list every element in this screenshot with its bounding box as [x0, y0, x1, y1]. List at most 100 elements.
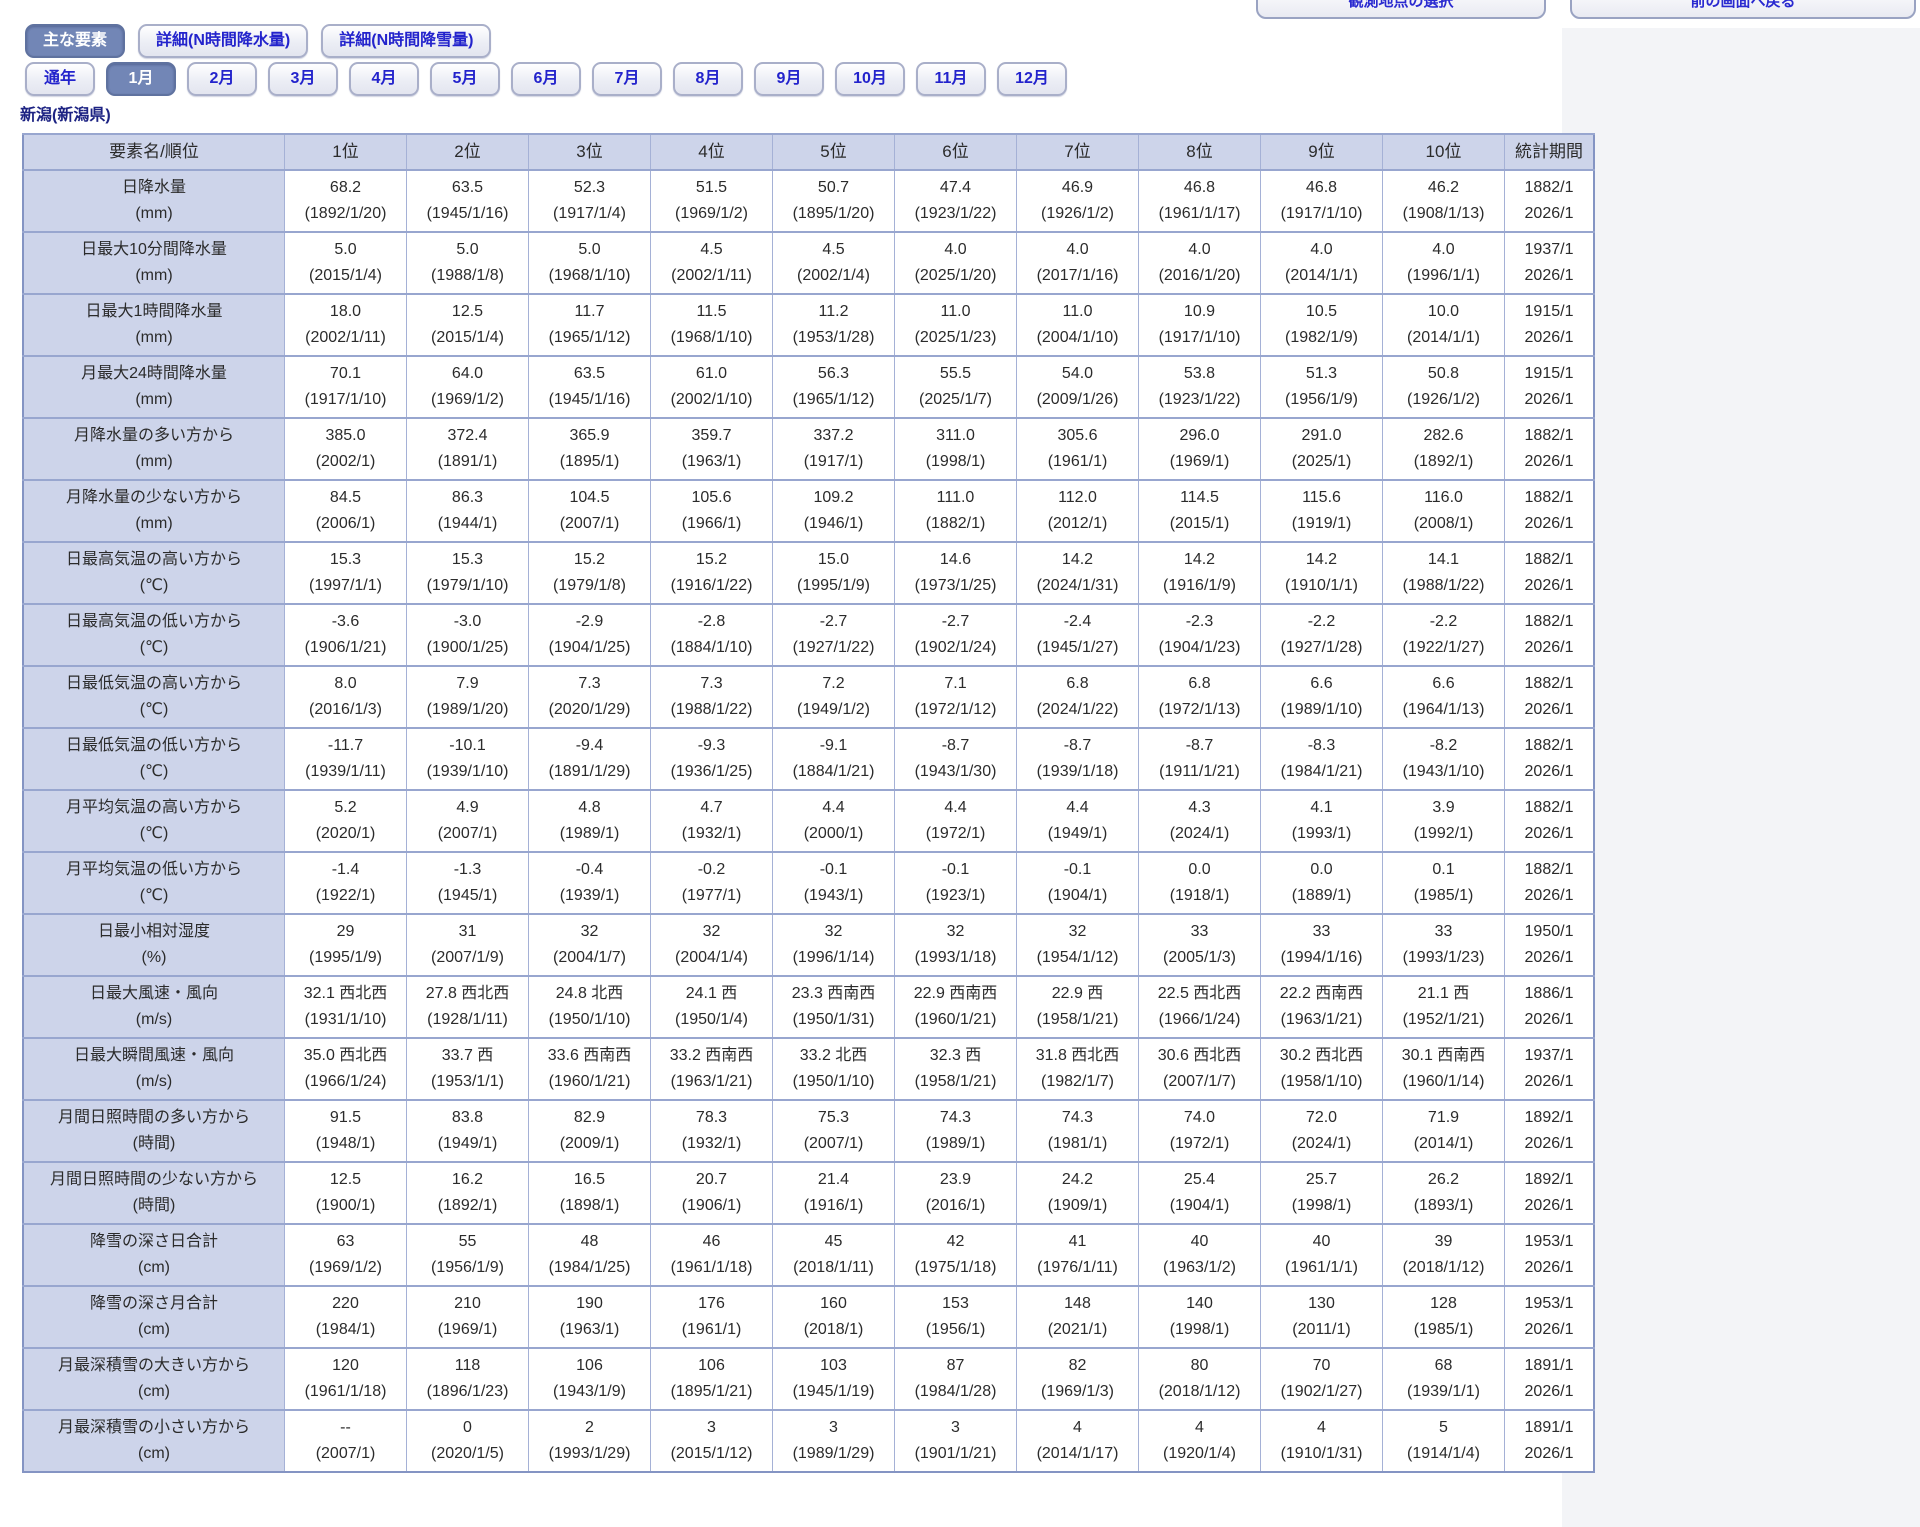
rank-value-cell: 176(1961/1)	[651, 1286, 773, 1348]
record-date: (1996/1/1)	[1385, 263, 1502, 289]
record-value: 87	[897, 1353, 1014, 1379]
record-date: (1917/1/10)	[1263, 201, 1380, 227]
record-value: 40	[1141, 1229, 1258, 1255]
rank-value-cell: 359.7(1963/1)	[651, 418, 773, 480]
record-date: (1943/1/10)	[1385, 759, 1502, 785]
record-date: (1919/1)	[1263, 511, 1380, 537]
rank-value-cell: 4.0(1996/1/1)	[1383, 232, 1505, 294]
record-date: (1982/1/7)	[1019, 1069, 1136, 1095]
ranking-table: 要素名/順位1位2位3位4位5位6位7位8位9位10位統計期間 日降水量(mm)…	[22, 133, 1595, 1473]
month-tab-4[interactable]: 3月	[268, 62, 338, 96]
top-right-button-2[interactable]: 前の画面へ戻る	[1570, 0, 1916, 19]
month-tab-8[interactable]: 7月	[592, 62, 662, 96]
record-date: (1922/1)	[287, 883, 404, 909]
month-tab-13[interactable]: 12月	[997, 62, 1067, 96]
period-cell: 1950/12026/1	[1505, 914, 1595, 976]
record-date: (2016/1/3)	[287, 697, 404, 723]
record-value: 4	[1141, 1415, 1258, 1441]
period-end: 2026/1	[1507, 1379, 1591, 1405]
record-value: 51.3	[1263, 361, 1380, 387]
record-date: (2006/1)	[287, 511, 404, 537]
record-date: (1958/1/21)	[897, 1069, 1014, 1095]
month-tab-9[interactable]: 8月	[673, 62, 743, 96]
record-date: (1932/1)	[653, 821, 770, 847]
month-tab-1[interactable]: 通年	[25, 62, 95, 96]
record-date: (2005/1/3)	[1141, 945, 1258, 971]
record-value: 128	[1385, 1291, 1502, 1317]
record-value: 30.6 西北西	[1141, 1043, 1258, 1069]
rank-value-cell: 0(2020/1/5)	[407, 1410, 529, 1472]
view-tab-3[interactable]: 詳細(N時間降雪量)	[321, 24, 491, 58]
rank-value-cell: 11.0(2004/1/10)	[1017, 294, 1139, 356]
record-date: (2015/1)	[1141, 511, 1258, 537]
view-tab-2[interactable]: 詳細(N時間降水量)	[138, 24, 308, 58]
record-date: (1984/1/28)	[897, 1379, 1014, 1405]
month-tab-12[interactable]: 11月	[916, 62, 986, 96]
record-value: 115.6	[1263, 485, 1380, 511]
rank-value-cell: -8.7(1943/1/30)	[895, 728, 1017, 790]
table-row: 日最大10分間降水量(mm)5.0(2015/1/4)5.0(1988/1/8)…	[23, 232, 1594, 294]
record-value: 4.5	[653, 237, 770, 263]
record-date: (1985/1)	[1385, 1317, 1502, 1343]
rank-value-cell: 6.8(2024/1/22)	[1017, 666, 1139, 728]
rank-value-cell: -2.7(1902/1/24)	[895, 604, 1017, 666]
rank-value-cell: -1.3(1945/1)	[407, 852, 529, 914]
record-value: 33.2 北西	[775, 1043, 892, 1069]
record-value: 55	[409, 1229, 526, 1255]
record-value: 32	[1019, 919, 1136, 945]
record-date: (1963/1)	[653, 449, 770, 475]
record-date: (1906/1)	[653, 1193, 770, 1219]
rank-value-cell: 22.5 西北西(1966/1/24)	[1139, 976, 1261, 1038]
rank-value-cell: 5.0(1968/1/10)	[529, 232, 651, 294]
record-date: (1891/1/29)	[531, 759, 648, 785]
table-header: 要素名/順位1位2位3位4位5位6位7位8位9位10位統計期間	[23, 134, 1594, 170]
period-start: 1915/1	[1507, 361, 1591, 387]
record-date: (1950/1/10)	[531, 1007, 648, 1033]
record-date: (2004/1/4)	[653, 945, 770, 971]
element-unit: (時間)	[26, 1193, 282, 1219]
rank-value-cell: -2.8(1884/1/10)	[651, 604, 773, 666]
month-tab-10[interactable]: 9月	[754, 62, 824, 96]
rank-value-cell: 4.4(1972/1)	[895, 790, 1017, 852]
month-tab-7[interactable]: 6月	[511, 62, 581, 96]
element-name: 月降水量の多い方から	[26, 423, 282, 449]
view-tab-1[interactable]: 主な要素	[25, 24, 125, 58]
record-date: (1889/1)	[1263, 883, 1380, 909]
record-value: 70.1	[287, 361, 404, 387]
rank-value-cell: 29(1995/1/9)	[285, 914, 407, 976]
month-tab-6[interactable]: 5月	[430, 62, 500, 96]
record-value: -2.7	[897, 609, 1014, 635]
element-name: 月降水量の少ない方から	[26, 485, 282, 511]
top-right-button-1[interactable]: 観測地点の選択	[1256, 0, 1546, 19]
record-date: (1963/1/21)	[653, 1069, 770, 1095]
element-unit: (mm)	[26, 511, 282, 537]
record-value: 153	[897, 1291, 1014, 1317]
record-date: (1893/1)	[1385, 1193, 1502, 1219]
record-date: (1992/1)	[1385, 821, 1502, 847]
table-row: 月最深積雪の小さい方から(cm)--(2007/1)0(2020/1/5)2(1…	[23, 1410, 1594, 1472]
record-date: (1949/1)	[1019, 821, 1136, 847]
record-value: 5	[1385, 1415, 1502, 1441]
rank-value-cell: 291.0(2025/1)	[1261, 418, 1383, 480]
record-value: -0.1	[775, 857, 892, 883]
record-value: 82	[1019, 1353, 1136, 1379]
month-tab-3[interactable]: 2月	[187, 62, 257, 96]
rank-value-cell: -2.7(1927/1/22)	[773, 604, 895, 666]
element-label-cell: 月平均気温の低い方から(℃)	[23, 852, 285, 914]
rank-value-cell: 63(1969/1/2)	[285, 1224, 407, 1286]
record-value: -2.9	[531, 609, 648, 635]
month-tab-2[interactable]: 1月	[106, 62, 176, 96]
record-date: (1917/1/10)	[287, 387, 404, 413]
rank-value-cell: 33(1993/1/23)	[1383, 914, 1505, 976]
month-tab-5[interactable]: 4月	[349, 62, 419, 96]
record-value: 106	[653, 1353, 770, 1379]
record-value: 25.4	[1141, 1167, 1258, 1193]
rank-value-cell: 4.4(1949/1)	[1017, 790, 1139, 852]
month-tab-11[interactable]: 10月	[835, 62, 905, 96]
record-date: (1993/1/23)	[1385, 945, 1502, 971]
record-value: -11.7	[287, 733, 404, 759]
record-value: 359.7	[653, 423, 770, 449]
record-value: 372.4	[409, 423, 526, 449]
rank-value-cell: -9.4(1891/1/29)	[529, 728, 651, 790]
record-date: (2007/1)	[409, 821, 526, 847]
